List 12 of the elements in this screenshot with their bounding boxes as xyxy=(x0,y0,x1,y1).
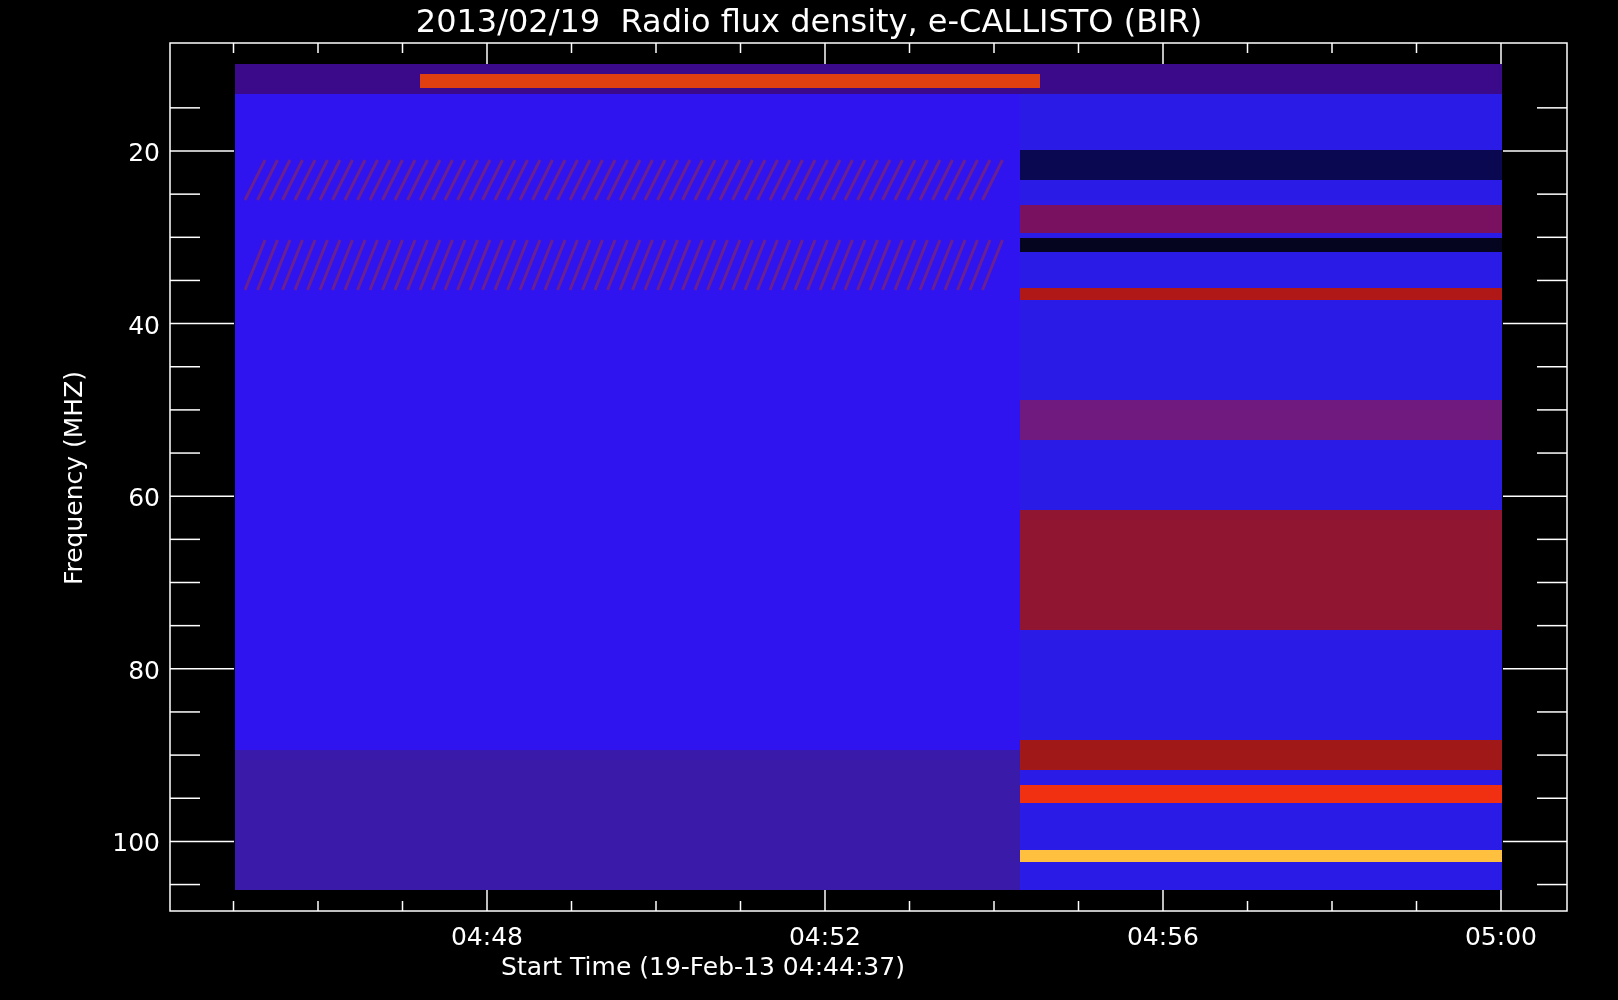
y-tick-label: 80 xyxy=(128,655,160,685)
x-tick-label: 05:00 xyxy=(1465,922,1537,951)
chart-title: 2013/02/19 Radio flux density, e-CALLISTO (BIR) xyxy=(415,2,1203,40)
y-tick-label: 60 xyxy=(128,483,160,513)
y-tick-label: 20 xyxy=(128,138,160,167)
x-tick-label: 04:56 xyxy=(1127,922,1199,951)
y-tick-label: 40 xyxy=(128,310,160,340)
x-tick-label: 04:48 xyxy=(451,922,523,951)
y-axis-label: Frequency (MHZ) xyxy=(59,370,88,586)
x-axis-label: Start Time (19-Feb-13 04:44:37) xyxy=(501,952,905,981)
y-tick-label: 100 xyxy=(112,828,160,858)
x-tick-label: 04:52 xyxy=(789,922,861,951)
